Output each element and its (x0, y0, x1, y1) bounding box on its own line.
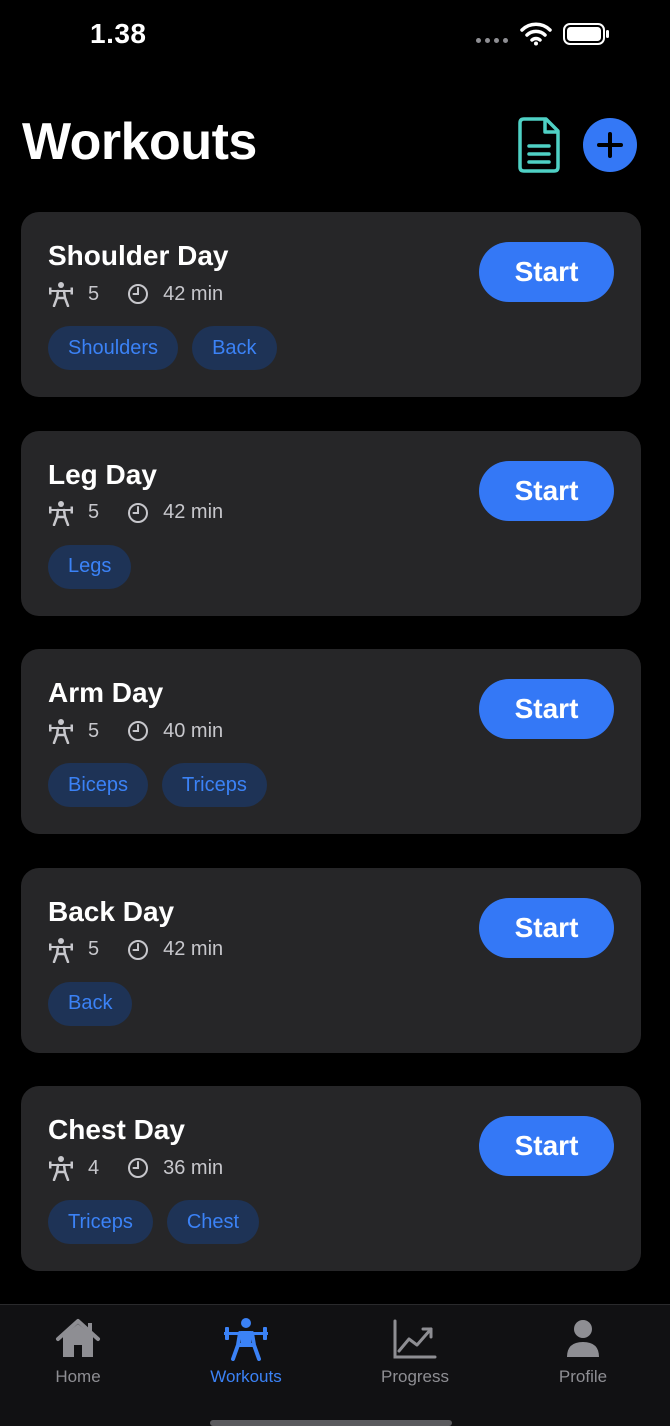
workout-duration: 42 min (163, 501, 224, 523)
start-button[interactable]: Start (479, 460, 614, 521)
start-button[interactable]: Start (479, 897, 614, 958)
person-icon (567, 1320, 599, 1357)
home-indicator (210, 1420, 452, 1426)
muscle-tags: Back (48, 981, 133, 1026)
tab-label: Progress (380, 1367, 450, 1386)
tab-progress[interactable]: Progress (331, 1305, 499, 1405)
exercise-count: 4 (88, 1156, 100, 1179)
muscle-tag: Back (48, 981, 133, 1026)
exercise-count: 5 (88, 501, 100, 523)
workout-name: Leg Day (48, 458, 157, 490)
workout-card-chest-day[interactable]: Chest Day 4 36 min Start Triceps Chest (21, 1086, 641, 1271)
page-title: Workouts (22, 113, 257, 171)
weightlifter-icon (49, 937, 73, 963)
screen: 1.38 Workouts Shoulder Day 5 42 min Star… (0, 0, 670, 1426)
muscle-tag: Triceps (162, 763, 267, 807)
cellular-signal-icon (476, 38, 508, 43)
chart-icon (393, 1319, 437, 1359)
tab-workouts[interactable]: Workouts (162, 1305, 330, 1405)
tab-label: Workouts (210, 1367, 282, 1386)
weightlifter-icon (49, 500, 73, 526)
workout-meta: 5 42 min (48, 280, 223, 308)
muscle-tag: Triceps (48, 1200, 153, 1244)
workout-meta: 5 42 min (48, 499, 223, 527)
workout-name: Chest Day (48, 1114, 185, 1145)
workout-card-shoulder-day[interactable]: Shoulder Day 5 42 min Start Shoulders Ba… (21, 212, 641, 397)
clock-icon (128, 502, 149, 523)
tab-label: Home (55, 1367, 101, 1386)
muscle-tags: Biceps Triceps (48, 763, 267, 807)
tab-label: Profile (558, 1367, 608, 1386)
workout-duration: 40 min (163, 719, 224, 742)
workout-name: Back Day (48, 895, 175, 927)
tab-bar: Home Workouts Progress Profile (0, 1304, 670, 1426)
battery-icon (563, 23, 609, 45)
muscle-tag: Back (192, 326, 277, 370)
workout-duration: 42 min (163, 938, 224, 960)
weightlifter-icon (49, 1156, 73, 1181)
muscle-tag: Shoulders (48, 326, 179, 370)
status-bar: 1.38 (0, 0, 670, 70)
tab-home[interactable]: Home (0, 1305, 162, 1405)
workout-list: Shoulder Day 5 42 min Start Shoulders Ba… (21, 212, 641, 1305)
muscle-tags: Shoulders Back (48, 326, 277, 370)
home-icon (56, 1319, 100, 1357)
workout-card-arm-day[interactable]: Arm Day 5 40 min Start Biceps Triceps (21, 649, 641, 834)
start-button[interactable]: Start (479, 679, 614, 739)
muscle-tag: Biceps (48, 763, 149, 807)
muscle-tag: Chest (166, 1200, 260, 1244)
weightlifter-icon (49, 719, 73, 744)
templates-button[interactable] (516, 116, 564, 174)
weightlifter-icon (224, 1318, 268, 1361)
wifi-icon (520, 22, 552, 46)
workout-duration: 36 min (163, 1156, 224, 1179)
start-button[interactable]: Start (479, 1116, 614, 1176)
workout-duration: 42 min (163, 282, 224, 305)
workout-meta: 4 36 min (48, 1154, 223, 1182)
workout-name: Shoulder Day (48, 240, 229, 271)
workout-name: Arm Day (48, 677, 164, 708)
add-workout-button[interactable] (583, 118, 637, 172)
exercise-count: 5 (88, 719, 100, 742)
exercise-count: 5 (88, 282, 100, 305)
workout-meta: 5 42 min (48, 936, 223, 964)
plus-icon (597, 132, 623, 158)
exercise-count: 5 (88, 938, 100, 960)
tab-profile[interactable]: Profile (499, 1305, 667, 1405)
workout-meta: 5 40 min (48, 717, 223, 745)
clock-icon (128, 939, 149, 960)
status-time: 1.38 (90, 18, 147, 49)
muscle-tag: Legs (48, 544, 132, 589)
workout-card-leg-day[interactable]: Leg Day 5 42 min Start Legs (21, 430, 641, 616)
clock-icon (128, 284, 149, 304)
clock-icon (128, 1158, 149, 1178)
start-button[interactable]: Start (479, 242, 614, 302)
workout-card-back-day[interactable]: Back Day 5 42 min Start Back (21, 867, 641, 1053)
muscle-tags: Legs (48, 544, 132, 589)
clock-icon (128, 721, 149, 741)
muscle-tags: Triceps Chest (48, 1200, 260, 1244)
document-icon (518, 117, 560, 173)
weightlifter-icon (49, 282, 73, 307)
